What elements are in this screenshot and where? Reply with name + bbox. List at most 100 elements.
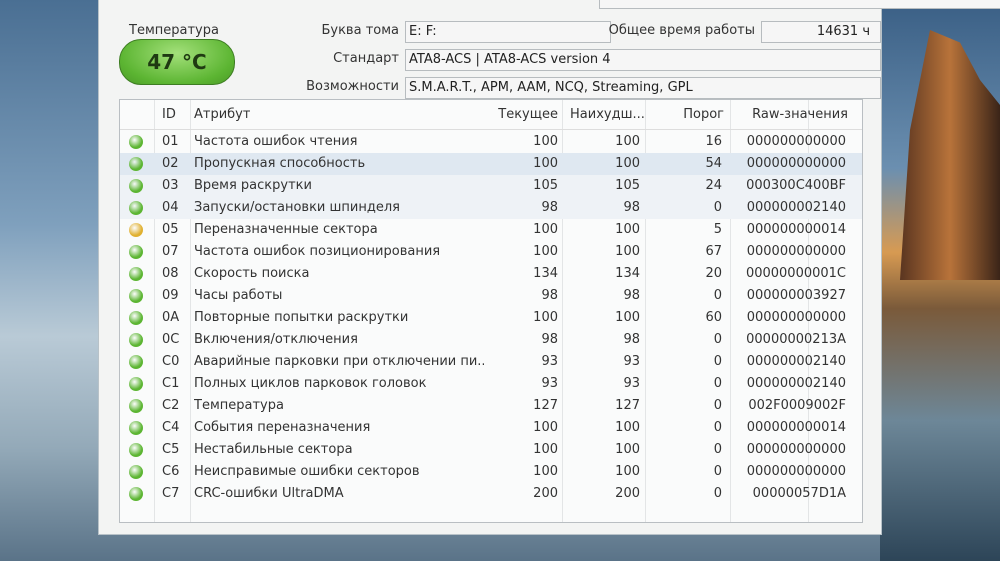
cell-worst: 98 bbox=[623, 288, 640, 303]
table-row[interactable]: C7 CRC-ошибки UltraDMA 200 200 0 0000005… bbox=[120, 483, 862, 505]
cell-id: 03 bbox=[162, 178, 179, 193]
cell-worst: 100 bbox=[615, 222, 640, 237]
volume-label: Буква тома bbox=[321, 23, 399, 38]
status-good-icon bbox=[129, 311, 143, 325]
cell-id: 05 bbox=[162, 222, 179, 237]
cell-threshold: 0 bbox=[713, 398, 722, 413]
top-field bbox=[599, 0, 1000, 9]
header-worst[interactable]: Наихудш... bbox=[570, 107, 650, 122]
table-row[interactable]: C2 Температура 127 127 0 002F0009002F bbox=[120, 395, 862, 417]
table-row[interactable]: 03 Время раскрутки 105 105 24 000300C400… bbox=[120, 175, 862, 197]
cell-threshold: 0 bbox=[713, 464, 722, 479]
cell-raw: 000000000000 bbox=[746, 464, 846, 479]
cell-threshold: 0 bbox=[713, 288, 722, 303]
status-good-icon bbox=[129, 333, 143, 347]
cell-raw: 00000057D1A bbox=[752, 486, 846, 501]
cell-current: 100 bbox=[533, 442, 558, 457]
cell-raw: 000000000000 bbox=[746, 442, 846, 457]
status-caution-icon bbox=[129, 223, 143, 237]
cell-threshold: 0 bbox=[713, 332, 722, 347]
cell-raw: 002F0009002F bbox=[748, 398, 846, 413]
cell-id: 07 bbox=[162, 244, 179, 259]
header-current[interactable]: Текущее bbox=[480, 107, 558, 122]
table-row[interactable]: C4 События переназначения 100 100 0 0000… bbox=[120, 417, 862, 439]
cell-current: 100 bbox=[533, 420, 558, 435]
cell-threshold: 0 bbox=[713, 442, 722, 457]
cell-threshold: 0 bbox=[713, 420, 722, 435]
features-field: S.M.A.R.T., APM, AAM, NCQ, Streaming, GP… bbox=[405, 77, 881, 99]
cell-threshold: 0 bbox=[713, 486, 722, 501]
table-row[interactable]: C0 Аварийные парковки при отключении пи.… bbox=[120, 351, 862, 373]
cell-attribute: CRC-ошибки UltraDMA bbox=[194, 486, 344, 501]
cell-raw: 00000000001C bbox=[745, 266, 846, 281]
cell-raw: 000000000014 bbox=[746, 420, 846, 435]
cell-raw: 000000002140 bbox=[746, 200, 846, 215]
table-row[interactable]: C1 Полных циклов парковок головок 93 93 … bbox=[120, 373, 862, 395]
table-row[interactable]: 0C Включения/отключения 98 98 0 00000000… bbox=[120, 329, 862, 351]
cell-attribute: Повторные попытки раскрутки bbox=[194, 310, 409, 325]
cell-raw: 000000002140 bbox=[746, 354, 846, 369]
status-good-icon bbox=[129, 267, 143, 281]
status-good-icon bbox=[129, 201, 143, 215]
cell-worst: 200 bbox=[615, 486, 640, 501]
cell-id: C4 bbox=[162, 420, 180, 435]
table-row[interactable]: 08 Скорость поиска 134 134 20 0000000000… bbox=[120, 263, 862, 285]
cell-current: 200 bbox=[533, 486, 558, 501]
smart-attributes-table: ID Атрибут Текущее Наихудш... Порог Raw-… bbox=[119, 99, 863, 523]
cell-current: 100 bbox=[533, 244, 558, 259]
table-row[interactable]: 09 Часы работы 98 98 0 000000003927 bbox=[120, 285, 862, 307]
table-row[interactable]: C5 Нестабильные сектора 100 100 0 000000… bbox=[120, 439, 862, 461]
cell-id: 0C bbox=[162, 332, 180, 347]
cell-threshold: 67 bbox=[705, 244, 722, 259]
cell-attribute: Частота ошибок чтения bbox=[194, 134, 358, 149]
volume-field: E: F: bbox=[405, 21, 611, 43]
cell-worst: 105 bbox=[615, 178, 640, 193]
table-row[interactable]: 07 Частота ошибок позиционирования 100 1… bbox=[120, 241, 862, 263]
cell-attribute: Полных циклов парковок головок bbox=[194, 376, 427, 391]
cell-threshold: 0 bbox=[713, 354, 722, 369]
cell-worst: 100 bbox=[615, 134, 640, 149]
cell-raw: 000000002140 bbox=[746, 376, 846, 391]
cell-attribute: События переназначения bbox=[194, 420, 371, 435]
cell-worst: 98 bbox=[623, 200, 640, 215]
table-row[interactable]: 04 Запуски/остановки шпинделя 98 98 0 00… bbox=[120, 197, 862, 219]
cell-current: 100 bbox=[533, 310, 558, 325]
cell-worst: 100 bbox=[615, 156, 640, 171]
cell-worst: 100 bbox=[615, 464, 640, 479]
cell-current: 98 bbox=[541, 200, 558, 215]
cell-current: 98 bbox=[541, 288, 558, 303]
status-good-icon bbox=[129, 245, 143, 259]
status-good-icon bbox=[129, 487, 143, 501]
cell-raw: 00000000213A bbox=[746, 332, 846, 347]
cell-raw: 000000000000 bbox=[746, 244, 846, 259]
cell-attribute: Неисправимые ошибки секторов bbox=[194, 464, 420, 479]
cell-id: C2 bbox=[162, 398, 180, 413]
cell-threshold: 60 bbox=[705, 310, 722, 325]
header-attribute[interactable]: Атрибут bbox=[194, 107, 250, 122]
status-good-icon bbox=[129, 377, 143, 391]
cell-threshold: 24 bbox=[705, 178, 722, 193]
header-id[interactable]: ID bbox=[162, 107, 176, 122]
status-good-icon bbox=[129, 465, 143, 479]
cell-raw: 000000000014 bbox=[746, 222, 846, 237]
table-row[interactable]: 0A Повторные попытки раскрутки 100 100 6… bbox=[120, 307, 862, 329]
header-raw[interactable]: Raw-значения bbox=[740, 107, 848, 122]
cell-id: 0A bbox=[162, 310, 180, 325]
cell-current: 134 bbox=[533, 266, 558, 281]
table-row[interactable]: C6 Неисправимые ошибки секторов 100 100 … bbox=[120, 461, 862, 483]
table-row[interactable]: 05 Переназначенные сектора 100 100 5 000… bbox=[120, 219, 862, 241]
cell-attribute: Запуски/остановки шпинделя bbox=[194, 200, 400, 215]
cell-current: 105 bbox=[533, 178, 558, 193]
cell-raw: 000000000000 bbox=[746, 156, 846, 171]
table-row[interactable]: 01 Частота ошибок чтения 100 100 16 0000… bbox=[120, 131, 862, 153]
header-threshold[interactable]: Порог bbox=[660, 107, 724, 122]
status-good-icon bbox=[129, 399, 143, 413]
status-good-icon bbox=[129, 289, 143, 303]
cell-attribute: Частота ошибок позиционирования bbox=[194, 244, 441, 259]
power-on-field: 14631 ч bbox=[761, 21, 881, 43]
cell-worst: 100 bbox=[615, 442, 640, 457]
cell-worst: 98 bbox=[623, 332, 640, 347]
table-row[interactable]: 02 Пропускная способность 100 100 54 000… bbox=[120, 153, 862, 175]
cell-attribute: Пропускная способность bbox=[194, 156, 366, 171]
cell-current: 98 bbox=[541, 332, 558, 347]
